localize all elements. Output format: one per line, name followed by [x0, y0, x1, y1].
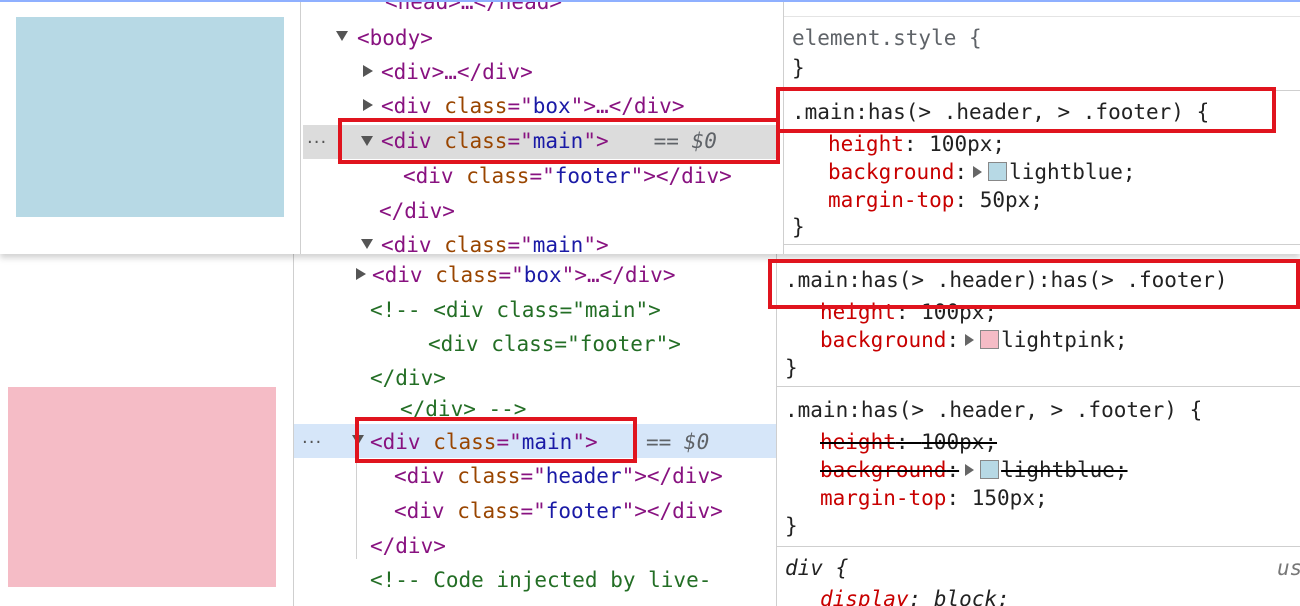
rule-close-brace: }	[792, 215, 805, 239]
annotation-box	[355, 417, 637, 463]
dom-node-header[interactable]: <div class="header"></div>	[394, 464, 723, 488]
annotation-box	[338, 118, 780, 164]
top-preview-pane	[0, 2, 300, 254]
expand-triangle-icon[interactable]	[356, 268, 366, 280]
element-style-selector[interactable]: element.style {	[792, 26, 982, 50]
tree-guide	[356, 459, 357, 559]
dom-comment[interactable]: <!-- <div class="main">	[370, 298, 661, 322]
dom-comment[interactable]: <!-- Code injected by live-	[370, 568, 711, 592]
css-property[interactable]: margin-top: 50px;	[828, 188, 1043, 212]
css-property[interactable]: display: block;	[820, 587, 1010, 606]
dom-comment[interactable]: <div class="footer">	[428, 332, 681, 356]
dom-node-box[interactable]: <div class="box">…</div>	[381, 94, 684, 118]
expand-triangle-icon[interactable]	[363, 99, 373, 111]
dom-node-footer[interactable]: <div class="footer"></div>	[403, 164, 732, 188]
dom-node-head[interactable]: <head>…</head>	[385, 2, 562, 14]
divider	[777, 386, 1300, 387]
color-swatch[interactable]	[988, 162, 1008, 181]
lightpink-box-preview	[8, 387, 276, 587]
css-property[interactable]: margin-top: 150px;	[820, 486, 1048, 510]
css-rule-selector[interactable]: .main:has(> .header, > .footer) {	[785, 398, 1202, 422]
rule-close-brace: }	[785, 514, 798, 538]
css-property[interactable]: background: lightpink;	[820, 328, 1128, 352]
dom-close-tag[interactable]: </div>	[379, 199, 455, 223]
divider	[777, 546, 1300, 547]
lightblue-box-preview	[16, 17, 284, 217]
css-rule-selector[interactable]: div {	[785, 556, 848, 580]
divider	[784, 244, 1300, 245]
css-property-overridden[interactable]: height: 100px;	[820, 430, 997, 454]
color-swatch[interactable]	[980, 460, 1000, 479]
expand-arrow-icon[interactable]	[965, 464, 975, 476]
selected-marker: == $0	[646, 430, 710, 454]
dom-comment[interactable]: </div>	[370, 366, 446, 390]
expand-arrow-icon[interactable]	[973, 166, 983, 178]
annotation-box	[768, 259, 1300, 309]
collapse-triangle-icon[interactable]	[336, 31, 348, 41]
css-property[interactable]: background: lightblue;	[828, 160, 1136, 184]
collapse-triangle-icon[interactable]	[361, 239, 373, 249]
bottom-preview-pane	[0, 254, 293, 606]
rule-close-brace: }	[785, 356, 798, 380]
expand-arrow-icon[interactable]	[965, 334, 975, 346]
dom-close-tag[interactable]: </div>	[370, 534, 446, 558]
dom-node-main[interactable]: <div class="main">	[381, 233, 609, 254]
dom-node-div[interactable]: <div>…</div>	[381, 60, 533, 84]
dom-node-box[interactable]: <div class="box">…</div>	[372, 263, 675, 287]
css-property[interactable]: height: 100px;	[828, 132, 1005, 156]
rule-close-brace: }	[792, 56, 805, 80]
css-property-overridden[interactable]: background: lightblue;	[820, 458, 1128, 482]
dom-node-body[interactable]: <body>	[357, 26, 433, 50]
user-agent-source-link[interactable]: us	[1277, 556, 1300, 580]
more-options-icon[interactable]: ···	[302, 432, 322, 453]
color-swatch[interactable]	[980, 330, 1000, 349]
annotation-box	[776, 87, 1276, 133]
more-options-icon[interactable]: ···	[307, 132, 327, 153]
expand-triangle-icon[interactable]	[363, 65, 373, 77]
divider	[784, 16, 1300, 17]
dom-node-footer[interactable]: <div class="footer"></div>	[394, 499, 723, 523]
